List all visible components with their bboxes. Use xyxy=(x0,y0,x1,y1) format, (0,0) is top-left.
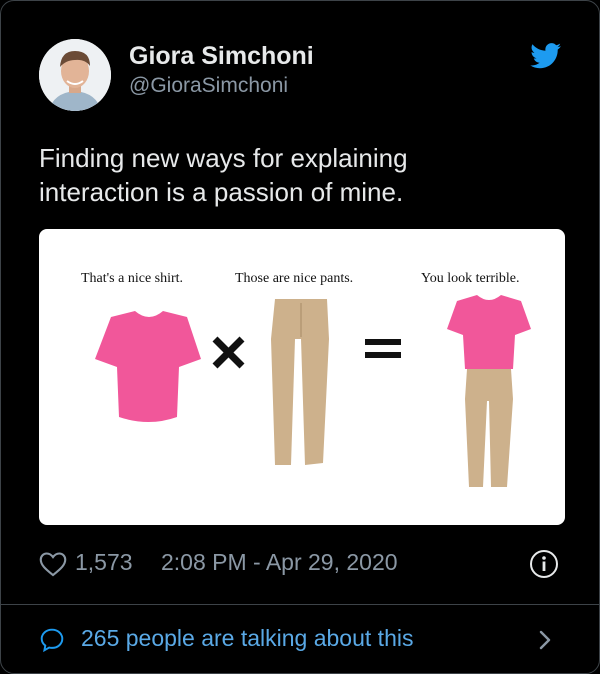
info-circle-icon[interactable] xyxy=(529,549,559,579)
outfit-illustration xyxy=(95,295,531,487)
author-handle[interactable]: @GioraSimchoni xyxy=(129,74,288,98)
result-pants-graphic xyxy=(465,369,513,487)
tweet-meta-row: 1,573 2:08 PM - Apr 29, 2020 xyxy=(39,549,565,579)
pants-graphic xyxy=(271,299,329,465)
speech-bubble-icon xyxy=(40,628,64,653)
like-count[interactable]: 1,573 xyxy=(75,549,133,576)
twitter-bird-icon[interactable] xyxy=(530,43,562,69)
heart-outline-icon[interactable] xyxy=(39,551,67,577)
author-name[interactable]: Giora Simchoni xyxy=(129,42,314,71)
avatar-photo xyxy=(39,39,111,111)
tweet-timestamp[interactable]: 2:08 PM - Apr 29, 2020 xyxy=(161,549,398,576)
avatar[interactable] xyxy=(39,39,111,111)
tweet-card: Giora Simchoni @GioraSimchoni Finding ne… xyxy=(0,0,600,674)
times-sign xyxy=(212,336,245,369)
tweet-text: Finding new ways for explaining interact… xyxy=(39,143,408,207)
chevron-right-icon xyxy=(539,630,551,650)
equals-sign xyxy=(365,339,401,358)
result-shirt-graphic xyxy=(447,295,531,369)
conversation-link[interactable]: 265 people are talking about this xyxy=(39,623,565,655)
conversation-text: 265 people are talking about this xyxy=(81,625,414,651)
shirt-graphic xyxy=(95,311,201,422)
tweet-media-image[interactable]: That's a nice shirt. Those are nice pant… xyxy=(39,229,565,525)
divider xyxy=(1,604,599,605)
